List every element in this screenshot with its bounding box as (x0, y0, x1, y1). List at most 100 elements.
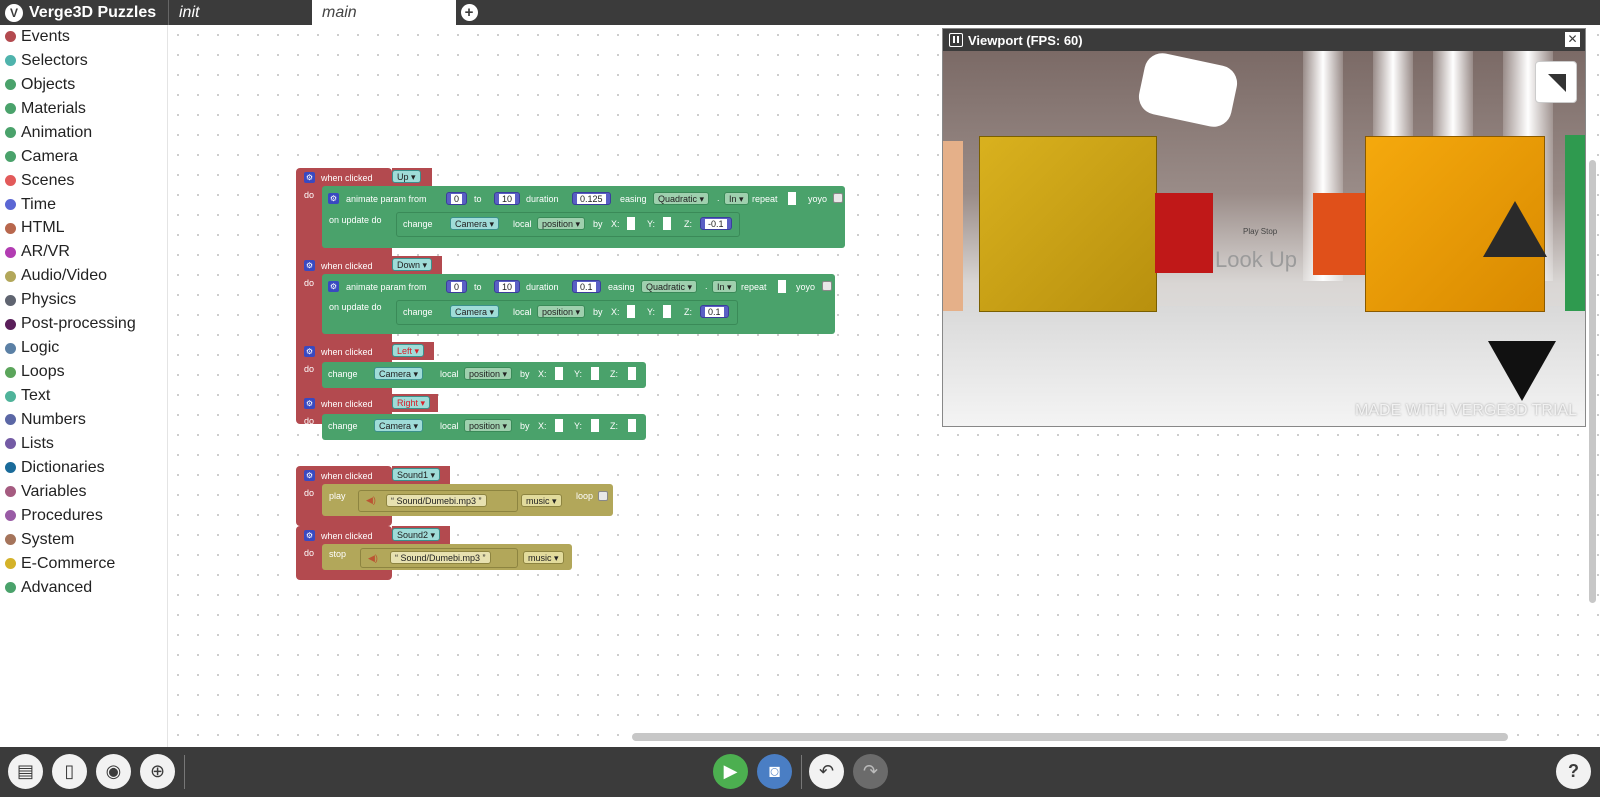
empty-input-slot[interactable] (663, 305, 671, 318)
tab-main[interactable]: main (312, 0, 456, 25)
close-icon[interactable]: ✕ (1565, 32, 1580, 47)
number-field[interactable]: 10 (494, 280, 521, 293)
save-icon: ◙ (769, 761, 780, 781)
empty-input-slot[interactable] (628, 419, 636, 432)
number-field[interactable]: 0 (446, 280, 468, 293)
gear-icon[interactable]: ⚙ (304, 530, 315, 541)
sound-type-dropdown[interactable]: music ▾ (521, 494, 562, 507)
category-advanced[interactable]: Advanced (0, 576, 167, 600)
category-variables[interactable]: Variables (0, 480, 167, 504)
library-button[interactable]: ▤ (8, 754, 43, 789)
position-dropdown[interactable]: position ▾ (464, 367, 513, 380)
run-button[interactable]: ▶ (713, 754, 748, 789)
category-arvr[interactable]: AR/VR (0, 240, 167, 264)
sound-file-string[interactable]: “ Sound/Dumebi.mp3 ” (386, 494, 487, 507)
fullscreen-button[interactable] (1535, 61, 1577, 103)
vertical-scrollbar[interactable] (1589, 160, 1596, 603)
empty-input-slot[interactable] (627, 217, 635, 230)
category-post-processing[interactable]: Post-processing (0, 312, 167, 336)
empty-input-slot[interactable] (555, 419, 563, 432)
category-animation[interactable]: Animation (0, 121, 167, 145)
category-system[interactable]: System (0, 528, 167, 552)
loop-checkbox[interactable] (598, 491, 608, 501)
gear-icon[interactable]: ⚙ (304, 346, 315, 357)
panel-button[interactable]: ▯ (52, 754, 87, 789)
category-procedures[interactable]: Procedures (0, 504, 167, 528)
object-dropdown-right[interactable]: Right ▾ (392, 396, 431, 409)
empty-input-slot[interactable] (628, 367, 636, 380)
empty-input-slot[interactable] (663, 217, 671, 230)
category-ecommerce[interactable]: E-Commerce (0, 552, 167, 576)
viewport-titlebar[interactable]: Viewport (FPS: 60) ✕ (943, 29, 1585, 51)
tab-init[interactable]: init (168, 0, 312, 25)
category-physics[interactable]: Physics (0, 288, 167, 312)
object-dropdown-up[interactable]: Up ▾ (392, 170, 421, 183)
category-dot-icon (5, 462, 16, 474)
category-objects[interactable]: Objects (0, 73, 167, 97)
object-dropdown-sound2[interactable]: Sound2 ▾ (392, 528, 441, 541)
undo-button[interactable]: ↶ (809, 754, 844, 789)
object-dropdown-sound1[interactable]: Sound1 ▾ (392, 468, 441, 481)
save-button[interactable]: ◙ (757, 754, 792, 789)
empty-input-slot[interactable] (788, 192, 796, 205)
number-field[interactable]: 10 (494, 192, 521, 205)
yoyo-checkbox[interactable] (822, 281, 832, 291)
empty-input-slot[interactable] (627, 305, 635, 318)
easing-dropdown[interactable]: Quadratic ▾ (641, 280, 698, 293)
object-dropdown-down[interactable]: Down ▾ (392, 258, 433, 271)
center-view-button[interactable]: ⊕ (140, 754, 175, 789)
empty-input-slot[interactable] (591, 419, 599, 432)
easing-dropdown[interactable]: Quadratic ▾ (653, 192, 710, 205)
camera-dropdown[interactable]: Camera ▾ (374, 419, 424, 432)
horizontal-scrollbar[interactable] (632, 733, 1508, 741)
viewport-window[interactable]: Viewport (FPS: 60) ✕ Play Stop Look Up M… (942, 28, 1586, 427)
number-field[interactable]: 0.1 (700, 305, 729, 318)
easing-type-dropdown[interactable]: In ▾ (712, 280, 737, 293)
camera-dropdown[interactable]: Camera ▾ (450, 217, 500, 230)
object-dropdown-left[interactable]: Left ▾ (392, 344, 425, 357)
position-dropdown[interactable]: position ▾ (537, 217, 586, 230)
position-dropdown[interactable]: position ▾ (537, 305, 586, 318)
category-dictionaries[interactable]: Dictionaries (0, 456, 167, 480)
position-dropdown[interactable]: position ▾ (464, 419, 513, 432)
category-camera[interactable]: Camera (0, 145, 167, 169)
3d-scene-canvas[interactable]: Play Stop Look Up MADE WITH VERGE3D TRIA… (943, 51, 1585, 426)
category-text[interactable]: Text (0, 384, 167, 408)
gear-icon[interactable]: ⚙ (328, 281, 339, 292)
gear-icon[interactable]: ⚙ (304, 172, 315, 183)
category-audio-video[interactable]: Audio/Video (0, 264, 167, 288)
category-events[interactable]: Events (0, 25, 167, 49)
number-field[interactable]: 0 (446, 192, 468, 205)
redo-button[interactable]: ↷ (853, 754, 888, 789)
category-selectors[interactable]: Selectors (0, 49, 167, 73)
category-loops[interactable]: Loops (0, 360, 167, 384)
easing-type-dropdown[interactable]: In ▾ (724, 192, 749, 205)
gear-icon[interactable]: ⚙ (304, 398, 315, 409)
gear-icon[interactable]: ⚙ (304, 470, 315, 481)
gear-icon[interactable]: ⚙ (328, 193, 339, 204)
category-dot-icon (5, 390, 16, 402)
camera-dropdown[interactable]: Camera ▾ (450, 305, 500, 318)
category-lists[interactable]: Lists (0, 432, 167, 456)
empty-input-slot[interactable] (555, 367, 563, 380)
yoyo-checkbox[interactable] (833, 193, 843, 203)
number-field[interactable]: 0.1 (572, 280, 601, 293)
number-field[interactable]: 0.125 (572, 192, 611, 205)
gear-icon[interactable]: ⚙ (304, 260, 315, 271)
pause-icon[interactable] (949, 33, 963, 47)
add-tab-button[interactable]: + (456, 0, 482, 25)
sound-type-dropdown[interactable]: music ▾ (523, 551, 564, 564)
empty-input-slot[interactable] (591, 367, 599, 380)
category-numbers[interactable]: Numbers (0, 408, 167, 432)
category-time[interactable]: Time (0, 193, 167, 217)
help-button[interactable]: ? (1556, 754, 1591, 789)
camera-dropdown[interactable]: Camera ▾ (374, 367, 424, 380)
category-logic[interactable]: Logic (0, 336, 167, 360)
category-html[interactable]: HTML (0, 217, 167, 241)
category-scenes[interactable]: Scenes (0, 169, 167, 193)
number-field[interactable]: -0.1 (700, 217, 732, 230)
category-materials[interactable]: Materials (0, 97, 167, 121)
sound-file-string[interactable]: “ Sound/Dumebi.mp3 ” (390, 551, 491, 564)
screenshot-button[interactable]: ◉ (96, 754, 131, 789)
empty-input-slot[interactable] (778, 280, 786, 293)
